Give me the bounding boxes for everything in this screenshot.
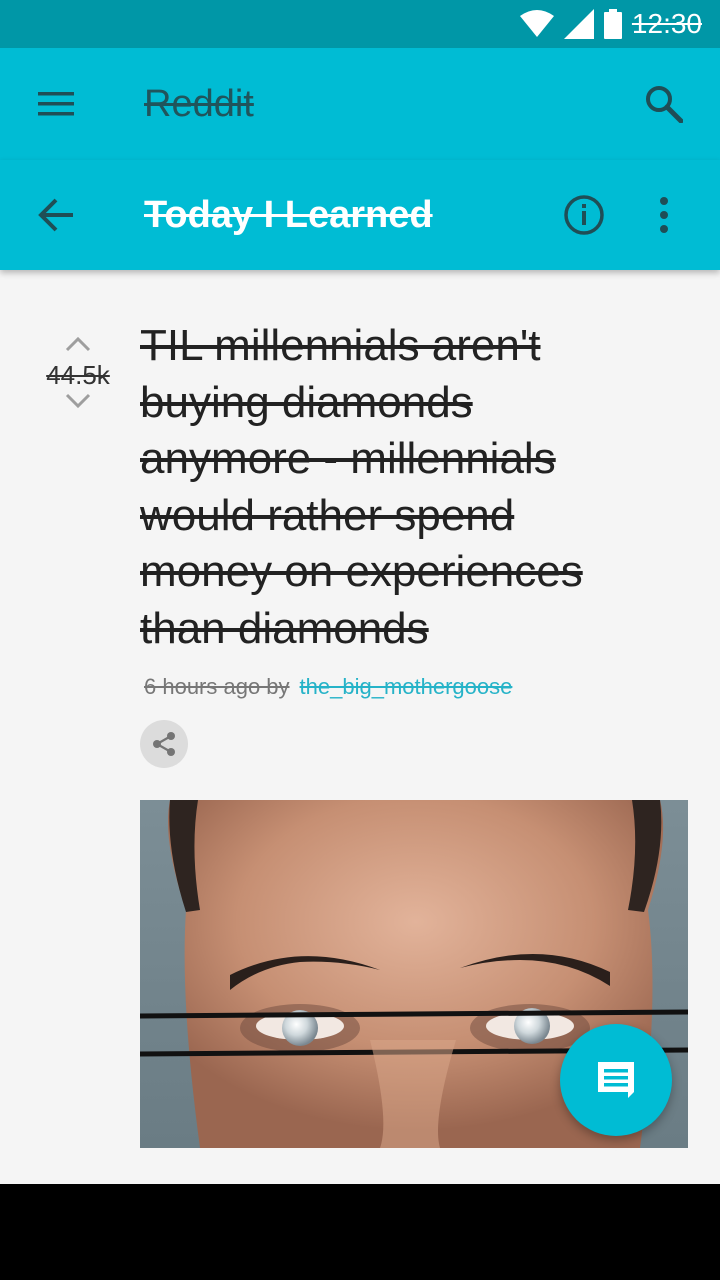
status-icons: 12:30 <box>519 8 702 40</box>
back-button[interactable] <box>28 187 84 243</box>
subreddit-title: Today I Learned <box>144 194 433 236</box>
battery-icon <box>603 9 622 39</box>
share-icon <box>153 732 175 756</box>
more-button[interactable] <box>640 187 688 243</box>
post-meta: 6 hours ago by the_big_mothergoose <box>144 672 512 702</box>
subreddit-bar: Today I Learned <box>0 160 720 270</box>
status-bar: 12:30 <box>0 0 720 48</box>
search-button[interactable] <box>636 76 692 132</box>
system-nav-bar <box>0 1184 720 1280</box>
vote-score: 44.5k <box>46 360 110 390</box>
vote-column: 44.5k <box>36 336 120 414</box>
upvote-icon[interactable] <box>64 336 92 352</box>
info-icon <box>564 195 604 235</box>
post-time: 6 hours ago by <box>144 674 290 699</box>
wifi-icon <box>519 10 554 37</box>
status-time: 12:30 <box>631 8 702 39</box>
comment-fab[interactable] <box>560 1024 672 1136</box>
info-button[interactable] <box>556 187 612 243</box>
menu-button[interactable] <box>28 80 84 128</box>
share-button[interactable] <box>140 720 188 768</box>
app-title: Reddit <box>144 83 254 125</box>
more-vert-icon <box>660 197 668 233</box>
back-arrow-icon <box>38 198 73 232</box>
signal-icon <box>563 9 594 39</box>
menu-icon <box>38 92 74 116</box>
comment-icon <box>598 1062 634 1098</box>
downvote-icon[interactable] <box>64 393 92 409</box>
post-author[interactable]: the_big_mothergoose <box>300 672 513 702</box>
search-icon <box>646 86 683 123</box>
post-title[interactable]: TIL millennials aren't buying diamonds a… <box>140 318 650 657</box>
app-bar: Reddit <box>0 48 720 160</box>
